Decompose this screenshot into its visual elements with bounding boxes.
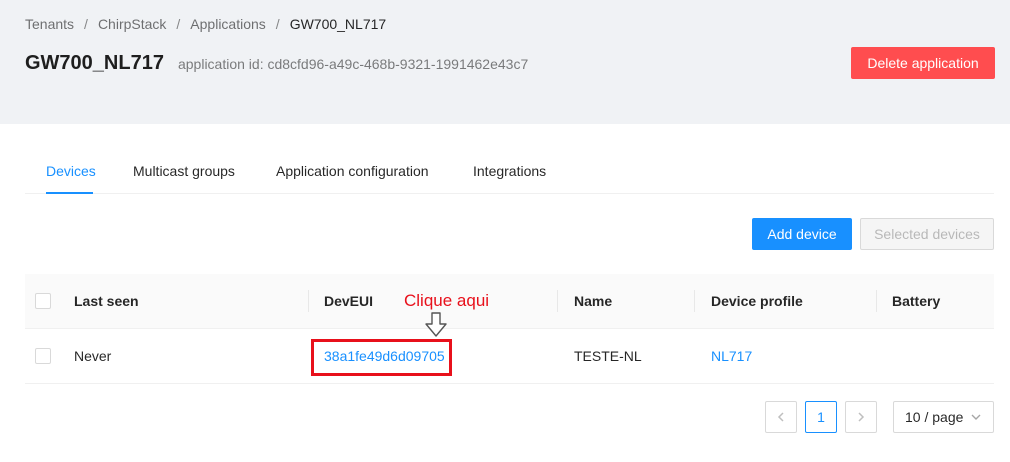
- chevron-right-icon: [858, 412, 865, 422]
- page-1-button[interactable]: 1: [805, 401, 837, 433]
- breadcrumb: Tenants / ChirpStack / Applications / GW…: [25, 16, 386, 32]
- column-divider: [308, 290, 309, 312]
- table-row: Never 38a1fe49d6d09705 TESTE-NL NL717: [25, 329, 994, 384]
- tab-bar: Devices Multicast groups Application con…: [25, 152, 994, 194]
- tab-integrations[interactable]: Integrations: [473, 152, 546, 194]
- tab-multicast-groups[interactable]: Multicast groups: [133, 152, 235, 194]
- table-header: Last seen DevEUI Name Device profile Bat…: [25, 274, 994, 329]
- title-row: GW700_NL717 application id: cd8cfd96-a49…: [25, 52, 528, 75]
- down-arrow-icon: [425, 312, 447, 337]
- tab-application-configuration[interactable]: Application configuration: [276, 152, 429, 194]
- devices-table: Last seen DevEUI Name Device profile Bat…: [25, 274, 994, 384]
- column-name[interactable]: Name: [574, 274, 612, 328]
- device-profile-link[interactable]: NL717: [711, 329, 752, 383]
- annotation-label: Clique aqui: [404, 291, 490, 310]
- page-size-value: 10 / page: [905, 409, 964, 425]
- column-deveui[interactable]: DevEUI: [324, 274, 373, 328]
- breadcrumb-applications[interactable]: Applications: [190, 16, 266, 32]
- breadcrumb-separator: /: [176, 16, 181, 32]
- cell-last-seen: Never: [74, 348, 112, 364]
- breadcrumb-current: GW700_NL717: [289, 16, 387, 32]
- breadcrumb-tenants[interactable]: Tenants: [25, 16, 74, 32]
- page-header: Tenants / ChirpStack / Applications / GW…: [0, 0, 1010, 124]
- cell-name: TESTE-NL: [574, 348, 642, 364]
- delete-application-button[interactable]: Delete application: [851, 47, 995, 79]
- column-divider: [557, 290, 558, 312]
- column-divider: [876, 290, 877, 312]
- column-battery[interactable]: Battery: [892, 274, 940, 328]
- select-all-checkbox[interactable]: [35, 293, 51, 309]
- breadcrumb-separator: /: [84, 16, 88, 32]
- column-divider: [694, 290, 695, 312]
- add-device-button[interactable]: Add device: [752, 218, 852, 250]
- selected-devices-button[interactable]: Selected devices: [860, 218, 994, 250]
- page-title: GW700_NL717: [25, 52, 164, 74]
- prev-page-button[interactable]: [765, 401, 797, 433]
- chevron-down-icon: [971, 414, 981, 420]
- breadcrumb-separator: /: [275, 16, 280, 32]
- chevron-left-icon: [777, 412, 784, 422]
- breadcrumb-tenant[interactable]: ChirpStack: [98, 16, 166, 32]
- next-page-button[interactable]: [845, 401, 877, 433]
- deveui-highlight-box: [311, 339, 452, 376]
- row-checkbox[interactable]: [35, 348, 51, 364]
- page-size-select[interactable]: 10 / page: [893, 401, 994, 433]
- active-tab-indicator: [46, 192, 93, 194]
- column-last-seen[interactable]: Last seen: [74, 274, 139, 328]
- tab-devices[interactable]: Devices: [46, 152, 96, 194]
- column-device-profile[interactable]: Device profile: [711, 274, 803, 328]
- application-id: application id: cd8cfd96-a49c-468b-9321-…: [177, 56, 529, 72]
